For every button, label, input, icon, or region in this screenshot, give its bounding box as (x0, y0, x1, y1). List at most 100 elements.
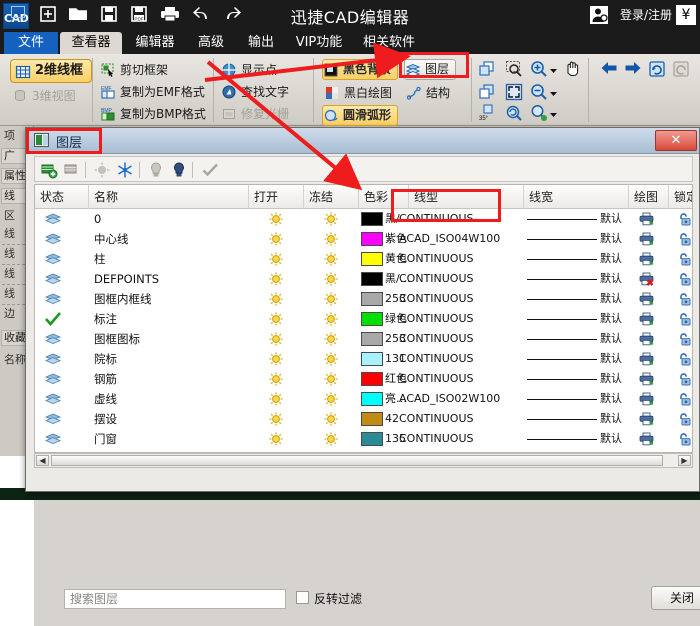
table-row[interactable]: 柱黄色 CONTINUOUS 默认 (35, 249, 692, 269)
layer-dialog-close-icon[interactable]: ✕ (655, 130, 697, 151)
layer-plot-icon[interactable] (639, 309, 661, 329)
layer-plot-icon[interactable] (639, 249, 661, 269)
layer-color-swatch[interactable] (361, 272, 383, 286)
layer-name-cell[interactable]: 图框图标 (89, 329, 249, 349)
layer-plot-icon[interactable] (639, 389, 661, 409)
layer-linetype-cell[interactable]: CONTINUOUS (399, 309, 519, 329)
layer-open-toggle[interactable] (269, 269, 289, 289)
layer-name-cell[interactable]: 虚线 (89, 389, 249, 409)
current-layer-icon[interactable] (45, 309, 85, 329)
menu-tab-editor[interactable]: 编辑器 (126, 32, 184, 54)
layer-lock-toggle[interactable] (677, 289, 692, 309)
layer-name-cell[interactable]: 钢筋 (89, 369, 249, 389)
hscroll-left-button[interactable]: ◀ (36, 455, 49, 466)
table-row[interactable]: 0 黑/… CONTINUOUS 默认 (35, 209, 692, 229)
menu-tab-file[interactable]: 文件 (4, 32, 58, 54)
table-row[interactable]: 标注 绿色 CONTINUOUS 默认 (35, 309, 692, 329)
layer-color-swatch[interactable] (361, 392, 383, 406)
layer-plot-icon[interactable] (639, 209, 661, 229)
copy-view-icon[interactable] (478, 60, 496, 78)
freeze-icon[interactable] (116, 161, 134, 179)
layer-freeze-toggle[interactable] (324, 409, 344, 429)
column-header-status[interactable]: 状态 (35, 185, 89, 209)
ribbon-find-text-button[interactable]: 查找文字 (221, 82, 289, 102)
layer-color-swatch[interactable] (361, 212, 383, 226)
layer-lineweight-label[interactable]: 默认 (600, 409, 634, 429)
vip-yen-button[interactable]: ¥ (676, 5, 696, 25)
layer-color-swatch[interactable] (361, 352, 383, 366)
layer-status-icon[interactable] (45, 349, 85, 369)
layer-color-swatch[interactable] (361, 292, 383, 306)
layer-name-cell[interactable]: 摆设 (89, 409, 249, 429)
menu-tab-output[interactable]: 输出 (238, 32, 284, 54)
layer-linetype-cell[interactable]: ACAD_ISO02W100 (399, 389, 519, 409)
delete-layer-icon[interactable] (63, 161, 81, 179)
layer-plot-icon[interactable] (639, 429, 661, 449)
layer-color-swatch[interactable] (361, 332, 383, 346)
column-header-lineweight[interactable]: 线宽 (524, 185, 629, 209)
layer-linetype-cell[interactable]: CONTINUOUS (399, 409, 519, 429)
ribbon-bw-draw-button[interactable]: 黑白绘图 (324, 83, 392, 103)
column-header-lock[interactable]: 锁定 (669, 185, 692, 209)
layer-name-cell[interactable]: 门窗 (89, 429, 249, 449)
layer-lineweight-label[interactable]: 默认 (600, 369, 634, 389)
close-button[interactable]: 关闭 (651, 586, 700, 610)
layer-open-toggle[interactable] (269, 369, 289, 389)
zoom-window-icon[interactable] (505, 60, 523, 78)
layer-plot-icon[interactable] (639, 329, 661, 349)
layer-open-toggle[interactable] (269, 249, 289, 269)
menu-tab-viewer[interactable]: 查看器 (60, 32, 122, 54)
layer-linetype-cell[interactable]: CONTINUOUS (399, 289, 519, 309)
layer-open-toggle[interactable] (269, 289, 289, 309)
column-header-open[interactable]: 打开 (249, 185, 304, 209)
layer-lineweight-label[interactable]: 默认 (600, 209, 634, 229)
layer-open-toggle[interactable] (269, 309, 289, 329)
table-row[interactable]: 中心线 紫色 ACAD_ISO04W100 默认 (35, 229, 692, 249)
layer-noplot-icon[interactable] (639, 269, 661, 289)
layer-lock-toggle[interactable] (677, 249, 692, 269)
layer-plot-icon[interactable] (639, 349, 661, 369)
layer-freeze-toggle[interactable] (324, 389, 344, 409)
column-header-freeze[interactable]: 冻结 (304, 185, 359, 209)
menu-tab-advanced[interactable]: 高级 (188, 32, 234, 54)
ribbon-copy-bmp-button[interactable]: BMP 复制为BMP格式 (100, 104, 206, 124)
layer-name-cell[interactable]: 中心线 (89, 229, 249, 249)
layer-freeze-toggle[interactable] (324, 349, 344, 369)
table-row[interactable]: 图框图标 253 CONTINUOUS 默认 (35, 329, 692, 349)
zoom-dynamic-dropdown-icon[interactable] (549, 108, 558, 117)
column-header-name[interactable]: 名称 (89, 185, 249, 209)
layer-lock-toggle[interactable] (677, 269, 692, 289)
layer-lock-toggle[interactable] (677, 309, 692, 329)
layer-open-toggle[interactable] (269, 389, 289, 409)
layer-color-swatch[interactable] (361, 252, 383, 266)
layer-table-hscrollbar[interactable]: ◀ ▶ (34, 453, 693, 468)
zoom-dynamic-icon[interactable] (530, 104, 548, 122)
ribbon-black-background-button[interactable]: 黑色背景 (322, 59, 399, 80)
layer-open-toggle[interactable] (269, 349, 289, 369)
search-layer-input[interactable]: 搜索图层 (64, 589, 286, 609)
table-row[interactable]: 院标 131 CONTINUOUS 默认 (35, 349, 692, 369)
layer-color-swatch[interactable] (361, 432, 383, 446)
layer-status-icon[interactable] (45, 429, 85, 449)
layer-plot-icon[interactable] (639, 409, 661, 429)
layer-lineweight-label[interactable]: 默认 (600, 349, 634, 369)
layer-open-toggle[interactable] (269, 409, 289, 429)
hscroll-right-button[interactable]: ▶ (678, 455, 691, 466)
layer-freeze-toggle[interactable] (324, 369, 344, 389)
zoom-in-icon[interactable] (530, 60, 548, 78)
layer-status-icon[interactable] (45, 389, 85, 409)
layer-dialog-title-bar[interactable]: 图层 ✕ (26, 128, 699, 154)
layer-freeze-toggle[interactable] (324, 229, 344, 249)
login-register-link[interactable]: 登录/注册 (620, 6, 672, 23)
layer-lock-toggle[interactable] (677, 329, 692, 349)
layer-freeze-toggle[interactable] (324, 209, 344, 229)
ribbon-copy-emf-button[interactable]: EMF 复制为EMF格式 (100, 82, 205, 102)
layer-linetype-cell[interactable]: CONTINUOUS (399, 249, 519, 269)
layer-lock-toggle[interactable] (677, 389, 692, 409)
layer-status-icon[interactable] (45, 209, 85, 229)
zoom-out-icon[interactable] (530, 83, 548, 101)
layer-freeze-toggle[interactable] (324, 249, 344, 269)
layer-freeze-toggle[interactable] (324, 429, 344, 449)
back-arrow-icon[interactable] (600, 60, 618, 78)
layer-status-icon[interactable] (45, 249, 85, 269)
